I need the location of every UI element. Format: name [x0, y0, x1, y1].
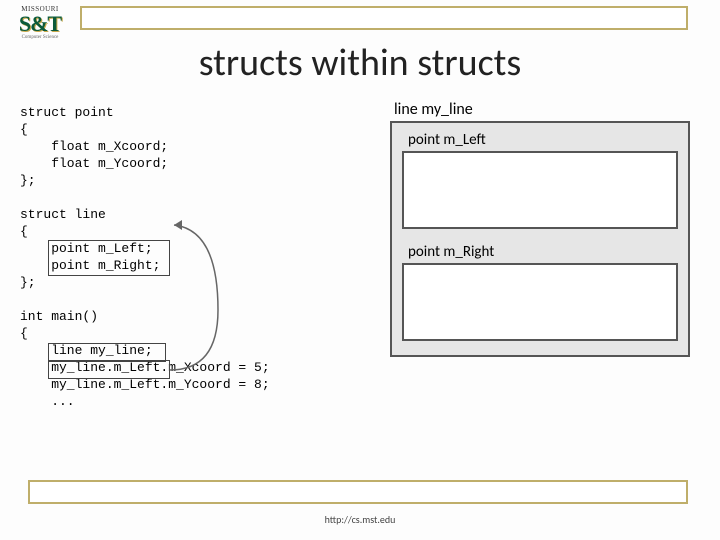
memory-diagram: line my_line point m_Left point m_Right — [390, 100, 690, 357]
university-logo: MISSOURI S&T Computer Science — [10, 6, 70, 40]
diagram-box2 — [402, 263, 678, 341]
diagram-box1-label: point m_Left — [408, 131, 678, 149]
logo-main: S&T — [10, 13, 70, 35]
diagram-outer-box: point m_Left point m_Right — [390, 121, 690, 357]
diagram-outer-label: line my_line — [394, 100, 690, 119]
header-decorative-bar — [80, 6, 688, 30]
footer-decorative-bar — [28, 480, 688, 504]
slide-title: structs within structs — [0, 40, 720, 86]
diagram-box2-label: point m_Right — [408, 243, 678, 261]
highlight-struct-members — [48, 240, 170, 276]
footer-url: http://cs.mst.edu — [0, 513, 720, 526]
diagram-box1 — [402, 151, 678, 229]
highlight-member-access — [48, 360, 170, 379]
